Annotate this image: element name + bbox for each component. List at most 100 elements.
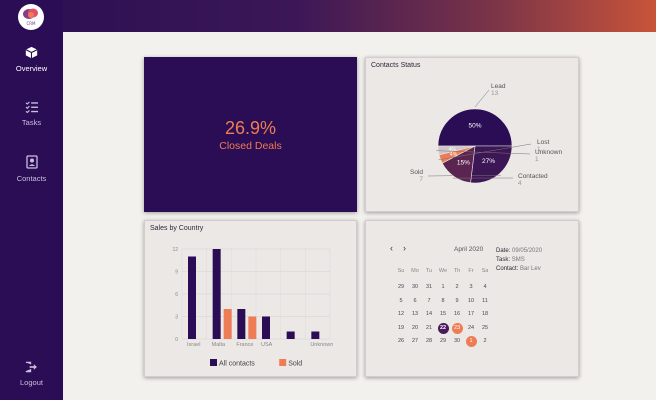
- x-category-label: Unknown: [310, 342, 333, 348]
- calendar-next-button[interactable]: ›: [403, 243, 406, 253]
- calendar-day[interactable]: 24: [464, 322, 478, 334]
- sidebar: CRM Overview Tasks Contacts Logout: [0, 0, 63, 400]
- nav-item-contacts[interactable]: Contacts: [0, 155, 63, 183]
- bar-sold[interactable]: [223, 309, 232, 339]
- pie-percent-label: 15%: [457, 160, 470, 167]
- event-contact-value: Bar Lev: [520, 266, 541, 272]
- logout-icon: [25, 361, 37, 373]
- calendar-day[interactable]: 15: [436, 308, 450, 320]
- contact-card-icon: [25, 155, 38, 169]
- event-contact: Contact: Bar Lev: [496, 266, 541, 272]
- legend-label: Sold: [288, 361, 302, 368]
- y-tick-label: 9: [175, 270, 178, 276]
- calendar-card: ‹ › April 2020 Su Mo Tu We Th Fr Sa 29 30 31 1 2 3 4 5…: [365, 220, 579, 377]
- bar-all-contacts[interactable]: [212, 249, 221, 339]
- calendar-day[interactable]: 2: [450, 281, 464, 293]
- bar-sold[interactable]: [248, 316, 257, 340]
- calendar-day[interactable]: 29: [394, 281, 408, 293]
- closed-deals-card: 26.9% Closed Deals: [144, 57, 357, 212]
- calendar-day[interactable]: 9: [450, 295, 464, 307]
- calendar-prev-button[interactable]: ‹: [390, 243, 393, 253]
- event-task-label: Task:: [496, 257, 511, 263]
- calendar-day[interactable]: 5: [394, 295, 408, 307]
- x-category-label: Malta: [212, 342, 226, 348]
- calendar-weekday: Tu: [425, 268, 433, 274]
- calendar-day[interactable]: 30: [408, 281, 422, 293]
- calendar-month-label: April 2020: [454, 246, 484, 253]
- kpi-label: Closed Deals: [219, 140, 282, 152]
- calendar-weekday: We: [438, 268, 448, 274]
- calendar-day[interactable]: 14: [422, 308, 436, 320]
- y-tick-label: 0: [175, 337, 178, 343]
- calendar-day[interactable]: 4: [478, 281, 492, 293]
- calendar-day[interactable]: 23: [450, 322, 464, 334]
- calendar-day[interactable]: 6: [408, 295, 422, 307]
- y-tick-label: 6: [175, 292, 178, 298]
- legend-swatch: [210, 359, 217, 366]
- calendar-day[interactable]: 1: [436, 281, 450, 293]
- calendar-day[interactable]: 13: [408, 308, 422, 320]
- pie-category-label: Lost: [537, 139, 549, 146]
- contacts-status-card: Contacts Status 50% Lead 13 27% Sold 7 15% Cont…: [365, 57, 579, 212]
- pie-percent-label: 50%: [468, 123, 481, 130]
- nav-item-tasks[interactable]: Tasks: [0, 101, 63, 127]
- nav-label: Tasks: [21, 118, 42, 127]
- bar-all-contacts[interactable]: [262, 316, 270, 340]
- pie-percent-label: 4%: [449, 147, 457, 153]
- calendar-day[interactable]: 22: [436, 322, 450, 334]
- y-tick-label: 3: [175, 315, 178, 321]
- calendar-weekday: Th: [453, 268, 461, 274]
- event-date-value: 09/05/2020: [512, 248, 543, 254]
- calendar-day[interactable]: 8: [436, 295, 450, 307]
- bar-all-contacts[interactable]: [286, 331, 295, 340]
- calendar-day[interactable]: 17: [464, 308, 478, 320]
- calendar-day[interactable]: 28: [422, 335, 436, 347]
- bar-all-contacts[interactable]: [311, 331, 320, 340]
- pie-category-label: Sold: [410, 169, 423, 176]
- nav-item-overview[interactable]: Overview: [0, 46, 63, 73]
- logo-text: CRM: [26, 21, 36, 26]
- calendar-day[interactable]: 11: [478, 295, 492, 307]
- bar-all-contacts[interactable]: [237, 309, 246, 339]
- legend-label: All contacts: [219, 361, 255, 368]
- event-task-value: SMS: [511, 257, 525, 263]
- checklist-icon: [25, 101, 38, 113]
- calendar-day[interactable]: 31: [422, 281, 436, 293]
- calendar-day[interactable]: 7: [422, 295, 436, 307]
- calendar-day[interactable]: 16: [450, 308, 464, 320]
- legend-swatch: [279, 359, 287, 366]
- calendar-day[interactable]: 1: [464, 335, 478, 347]
- y-tick-label: 12: [172, 247, 178, 253]
- contacts-status-pie-chart: 50%Lead1327%Sold715%Contacted44%Lost14% U…: [410, 83, 562, 187]
- x-category-label: Israel: [187, 342, 200, 348]
- calendar-day[interactable]: 30: [450, 335, 464, 347]
- cube-icon: [25, 46, 38, 59]
- calendar-day[interactable]: 29: [436, 335, 450, 347]
- event-date: Date: 09/05/2020: [496, 248, 542, 254]
- calendar-day[interactable]: 21: [422, 322, 436, 334]
- event-date-label: Date:: [496, 248, 511, 254]
- pie-percent-label: 27%: [482, 158, 495, 165]
- calendar-day[interactable]: 27: [408, 335, 422, 347]
- calendar-day[interactable]: 26: [394, 335, 408, 347]
- calendar-weekday: Su: [397, 268, 405, 274]
- calendar-day[interactable]: 18: [478, 308, 492, 320]
- calendar-day[interactable]: 19: [394, 322, 408, 334]
- event-contact-label: Contact:: [496, 266, 519, 272]
- calendar-day[interactable]: 25: [478, 322, 492, 334]
- calendar-day[interactable]: 2: [478, 335, 492, 347]
- pie-category-label: Lead: [491, 83, 506, 90]
- bar-all-contacts[interactable]: [188, 256, 196, 340]
- logout-button[interactable]: Logout: [0, 361, 63, 387]
- calendar-day[interactable]: 10: [464, 295, 478, 307]
- calendar-day[interactable]: 3: [464, 281, 478, 293]
- calendar-weekday: Mo: [411, 268, 419, 274]
- sales-bar-chart: 0 3 6 9 12 Israel Malta France USA Unknown All con…: [172, 247, 333, 368]
- pie-value-label: 7: [419, 176, 423, 183]
- pie-category-label: Unknown: [535, 149, 562, 156]
- app-logo[interactable]: CRM: [18, 4, 44, 30]
- nav-label: Overview: [15, 64, 48, 73]
- calendar-day[interactable]: 20: [408, 322, 422, 334]
- logo-mark-icon: [23, 8, 38, 19]
- calendar-day[interactable]: 12: [394, 308, 408, 320]
